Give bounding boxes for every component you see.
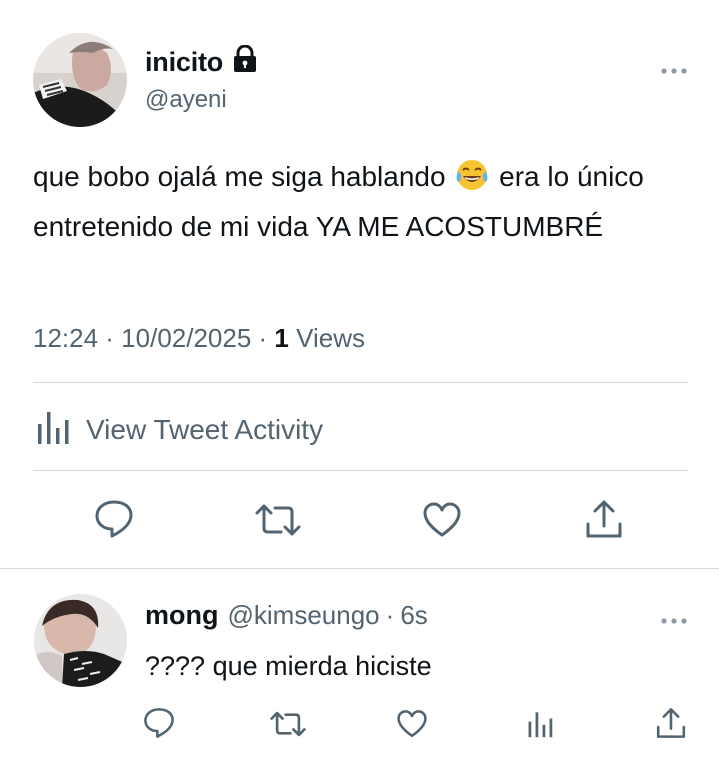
reply-actions [0, 706, 719, 746]
reply-author-handle[interactable]: @kimseungo [228, 600, 380, 631]
tweet-text-part1: que bobo ojalá me siga hablando [33, 161, 446, 192]
reply-icon[interactable] [94, 498, 134, 545]
reply-author-avatar[interactable] [34, 594, 127, 687]
reply-author-name[interactable]: mong [145, 600, 219, 631]
retweet-icon[interactable] [255, 502, 301, 543]
like-icon[interactable] [422, 501, 462, 544]
lock-icon [233, 44, 257, 80]
more-icon[interactable] [660, 612, 688, 630]
share-icon[interactable] [584, 498, 624, 545]
author-name-text: inicito [145, 47, 224, 77]
view-activity-label: View Tweet Activity [86, 413, 324, 445]
divider [33, 382, 688, 383]
tweet-actions [0, 498, 719, 544]
tears-of-joy-emoji [455, 158, 489, 205]
reply-separator: · [385, 600, 395, 630]
analytics-icon [36, 410, 72, 449]
divider [33, 470, 688, 471]
author-display-name[interactable]: inicito [145, 44, 257, 80]
tweet-meta: 12:24 · 10/02/2025 · 1 Views [33, 323, 365, 354]
analytics-icon[interactable] [527, 710, 555, 743]
view-activity-button[interactable]: View Tweet Activity [36, 410, 323, 449]
views-label: Views [288, 323, 365, 353]
reply-text: ???? que mierda hiciste [145, 651, 432, 681]
reply-header: mong @kimseungo · 6s [145, 600, 428, 631]
views-count: 1 [274, 323, 289, 353]
share-icon[interactable] [655, 706, 687, 745]
like-icon[interactable] [396, 709, 428, 744]
tweet-text: que bobo ojalá me siga hablando era lo ú… [33, 155, 673, 249]
reply-icon[interactable] [143, 706, 175, 745]
reply-timestamp[interactable]: 6s [400, 600, 427, 631]
retweet-icon[interactable] [270, 710, 306, 743]
tweet-timestamp[interactable]: 12:24 · 10/02/2025 · [33, 323, 274, 353]
author-handle[interactable]: @ayeni [145, 86, 227, 114]
section-divider [0, 568, 719, 569]
more-icon[interactable] [660, 62, 688, 80]
author-avatar[interactable] [33, 33, 127, 127]
